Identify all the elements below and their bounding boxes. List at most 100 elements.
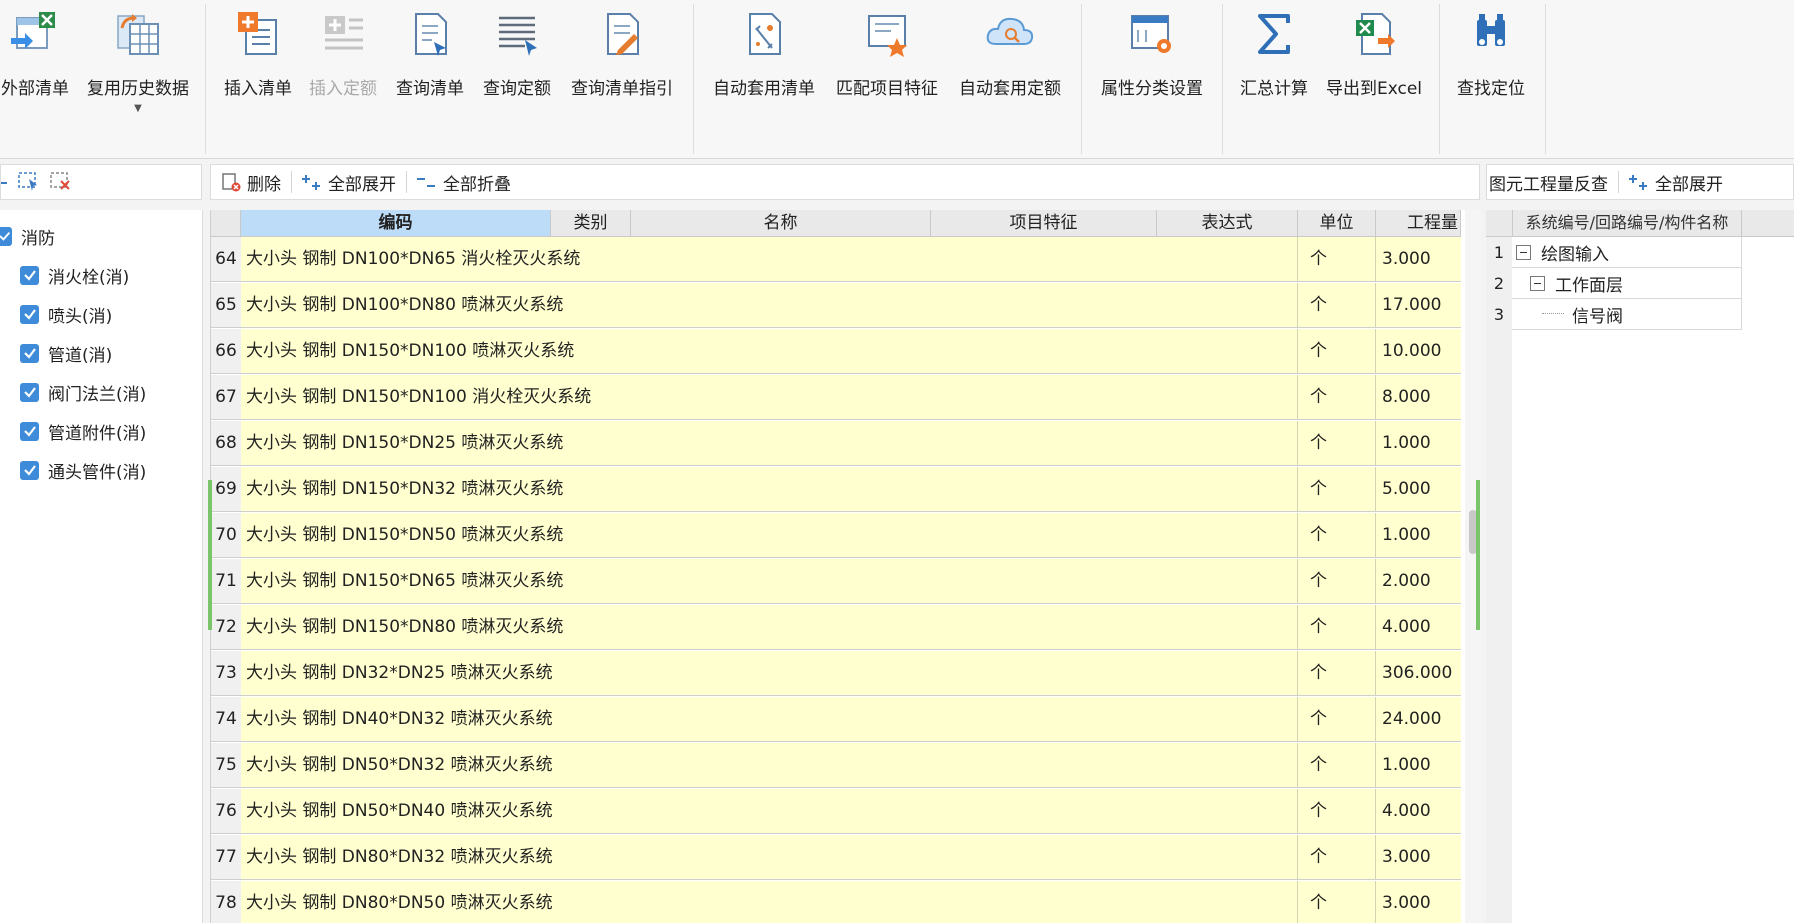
table-row[interactable]: 76 大小头 钢制 DN50*DN40 喷淋灭火系统个 4.000 — [211, 789, 1461, 834]
row-quantity[interactable]: 1.000 — [1376, 513, 1461, 558]
right-splitter-handle[interactable] — [1476, 480, 1480, 630]
column-header-name[interactable]: 名称 — [631, 210, 931, 236]
row-quantity[interactable]: 3.000 — [1376, 835, 1461, 880]
column-header-quantity[interactable]: 工程量 — [1376, 210, 1461, 236]
checkbox-checked-icon[interactable] — [20, 265, 39, 285]
table-row[interactable]: 74 大小头 钢制 DN40*DN32 喷淋灭火系统个 24.000 — [211, 697, 1461, 742]
table-row[interactable]: 64 大小头 钢制 DN100*DN65 消火栓灭火系统个 3.000 — [211, 237, 1461, 282]
column-header-code[interactable]: 编码 — [241, 210, 551, 236]
table-row[interactable]: 78 大小头 钢制 DN80*DN50 喷淋灭火系统个 3.000 — [211, 881, 1461, 923]
row-item-text[interactable]: 大小头 钢制 DN150*DN65 喷淋灭火系统 — [241, 559, 1298, 604]
row-item-text[interactable]: 大小头 钢制 DN40*DN32 喷淋灭火系统 — [241, 697, 1298, 742]
deselect-all-icon[interactable] — [49, 171, 73, 197]
row-item-text[interactable]: 大小头 钢制 DN150*DN50 喷淋灭火系统 — [241, 513, 1298, 558]
row-unit[interactable]: 个 — [1298, 237, 1376, 282]
row-quantity[interactable]: 306.000 — [1376, 651, 1461, 696]
select-all-icon[interactable] — [17, 171, 41, 197]
row-unit[interactable]: 个 — [1298, 329, 1376, 374]
tree-row[interactable]: 1 绘图输入 — [1486, 237, 1742, 268]
tree-node[interactable]: 工作面层 — [1512, 268, 1742, 299]
auto-apply-quota-button[interactable]: 自动套用定额 — [952, 8, 1068, 138]
row-item-text[interactable]: 大小头 钢制 DN150*DN32 喷淋灭火系统 — [241, 467, 1298, 512]
tree-item-sprinkler[interactable]: 喷头(消) — [20, 299, 112, 329]
table-row[interactable]: 77 大小头 钢制 DN80*DN32 喷淋灭火系统个 3.000 — [211, 835, 1461, 880]
table-row[interactable]: 65 大小头 钢制 DN100*DN80 喷淋灭火系统个 17.000 — [211, 283, 1461, 328]
row-unit[interactable]: 个 — [1298, 559, 1376, 604]
checkbox-checked-icon[interactable] — [20, 343, 39, 363]
row-quantity[interactable]: 17.000 — [1376, 283, 1461, 328]
column-header-type[interactable]: 类别 — [551, 210, 631, 236]
tree-item-valve-flange[interactable]: 阀门法兰(消) — [20, 377, 146, 407]
dropdown-caret-icon[interactable]: ▼ — [80, 103, 196, 114]
checkbox-checked-icon[interactable] — [20, 421, 39, 441]
tree-item-fitting[interactable]: 通头管件(消) — [20, 455, 146, 485]
insert-quota-button[interactable]: 插入定额 — [302, 8, 384, 138]
table-row[interactable]: 73 大小头 钢制 DN32*DN25 喷淋灭火系统个 306.000 — [211, 651, 1461, 696]
property-settings-button[interactable]: 属性分类设置 — [1094, 8, 1210, 138]
row-quantity[interactable]: 5.000 — [1376, 467, 1461, 512]
row-item-text[interactable]: 大小头 钢制 DN150*DN80 喷淋灭火系统 — [241, 605, 1298, 650]
row-quantity[interactable]: 10.000 — [1376, 329, 1461, 374]
row-unit[interactable]: 个 — [1298, 697, 1376, 742]
row-item-text[interactable]: 大小头 钢制 DN100*DN80 喷淋灭火系统 — [241, 283, 1298, 328]
tree-row[interactable]: 2 工作面层 — [1486, 268, 1742, 299]
collapse-all-button[interactable]: 全部折叠 — [407, 165, 521, 199]
row-unit[interactable]: 个 — [1298, 743, 1376, 788]
row-item-text[interactable]: 大小头 钢制 DN32*DN25 喷淋灭火系统 — [241, 651, 1298, 696]
right-expand-all-button[interactable]: 全部展开 — [1619, 165, 1733, 199]
row-item-text[interactable]: 大小头 钢制 DN150*DN25 喷淋灭火系统 — [241, 421, 1298, 466]
checkbox-checked-icon[interactable] — [20, 304, 39, 324]
table-row[interactable]: 67 大小头 钢制 DN150*DN100 消火栓灭火系统个 8.000 — [211, 375, 1461, 420]
summary-calc-button[interactable]: 汇总计算 — [1232, 8, 1316, 138]
row-item-text[interactable]: 大小头 钢制 DN50*DN32 喷淋灭火系统 — [241, 743, 1298, 788]
column-header-feature[interactable]: 项目特征 — [931, 210, 1157, 236]
external-list-button[interactable]: 外部清单 — [0, 8, 78, 138]
row-unit[interactable]: 个 — [1298, 513, 1376, 558]
collapse-box-icon[interactable] — [1516, 244, 1531, 260]
query-list-guide-button[interactable]: 查询清单指引 — [564, 8, 680, 138]
row-unit[interactable]: 个 — [1298, 881, 1376, 923]
tree-item-pipe-accessory[interactable]: 管道附件(消) — [20, 416, 146, 446]
checkbox-checked-icon[interactable] — [20, 460, 39, 480]
row-quantity[interactable]: 4.000 — [1376, 605, 1461, 650]
row-unit[interactable]: 个 — [1298, 651, 1376, 696]
auto-apply-list-button[interactable]: 自动套用清单 — [706, 8, 822, 138]
row-item-text[interactable]: 大小头 钢制 DN80*DN50 喷淋灭火系统 — [241, 881, 1298, 923]
column-header-unit[interactable]: 单位 — [1298, 210, 1376, 236]
row-item-text[interactable]: 大小头 钢制 DN100*DN65 消火栓灭火系统 — [241, 237, 1298, 282]
table-row[interactable]: 68 大小头 钢制 DN150*DN25 喷淋灭火系统个 1.000 — [211, 421, 1461, 466]
row-quantity[interactable]: 24.000 — [1376, 697, 1461, 742]
column-header-system-circuit-component[interactable]: 系统编号/回路编号/构件名称 — [1512, 210, 1742, 236]
table-row[interactable]: 69 大小头 钢制 DN150*DN32 喷淋灭火系统个 5.000 — [211, 467, 1461, 512]
row-item-text[interactable]: 大小头 钢制 DN80*DN32 喷淋灭火系统 — [241, 835, 1298, 880]
tree-item-fire-protection[interactable]: 消防 — [0, 221, 55, 251]
row-unit[interactable]: 个 — [1298, 605, 1376, 650]
row-unit[interactable]: 个 — [1298, 835, 1376, 880]
checkbox-checked-icon[interactable] — [0, 226, 12, 246]
row-quantity[interactable]: 8.000 — [1376, 375, 1461, 420]
row-quantity[interactable]: 3.000 — [1376, 881, 1461, 923]
row-unit[interactable]: 个 — [1298, 421, 1376, 466]
tree-node[interactable]: 绘图输入 — [1512, 237, 1742, 268]
left-splitter-handle[interactable] — [208, 480, 212, 630]
row-unit[interactable]: 个 — [1298, 789, 1376, 834]
row-quantity[interactable]: 4.000 — [1376, 789, 1461, 834]
collapse-dash-icon[interactable] — [1, 182, 7, 184]
row-unit[interactable]: 个 — [1298, 283, 1376, 328]
reuse-history-button[interactable]: 复用历史数据 ▼ — [80, 8, 196, 138]
checkbox-checked-icon[interactable] — [20, 382, 39, 402]
row-item-text[interactable]: 大小头 钢制 DN50*DN40 喷淋灭火系统 — [241, 789, 1298, 834]
column-header-expression[interactable]: 表达式 — [1157, 210, 1298, 236]
collapse-box-icon[interactable] — [1530, 275, 1545, 291]
row-unit[interactable]: 个 — [1298, 375, 1376, 420]
tree-row[interactable]: 3 信号阀 — [1486, 299, 1742, 330]
row-item-text[interactable]: 大小头 钢制 DN150*DN100 喷淋灭火系统 — [241, 329, 1298, 374]
expand-all-button[interactable]: 全部展开 — [292, 165, 406, 199]
table-row[interactable]: 75 大小头 钢制 DN50*DN32 喷淋灭火系统个 1.000 — [211, 743, 1461, 788]
table-row[interactable]: 70 大小头 钢制 DN150*DN50 喷淋灭火系统个 1.000 — [211, 513, 1461, 558]
match-feature-button[interactable]: 匹配项目特征 — [830, 8, 944, 138]
query-quota-button[interactable]: 查询定额 — [476, 8, 558, 138]
tree-item-pipe[interactable]: 管道(消) — [20, 338, 112, 368]
table-row[interactable]: 66 大小头 钢制 DN150*DN100 喷淋灭火系统个 10.000 — [211, 329, 1461, 374]
row-quantity[interactable]: 3.000 — [1376, 237, 1461, 282]
